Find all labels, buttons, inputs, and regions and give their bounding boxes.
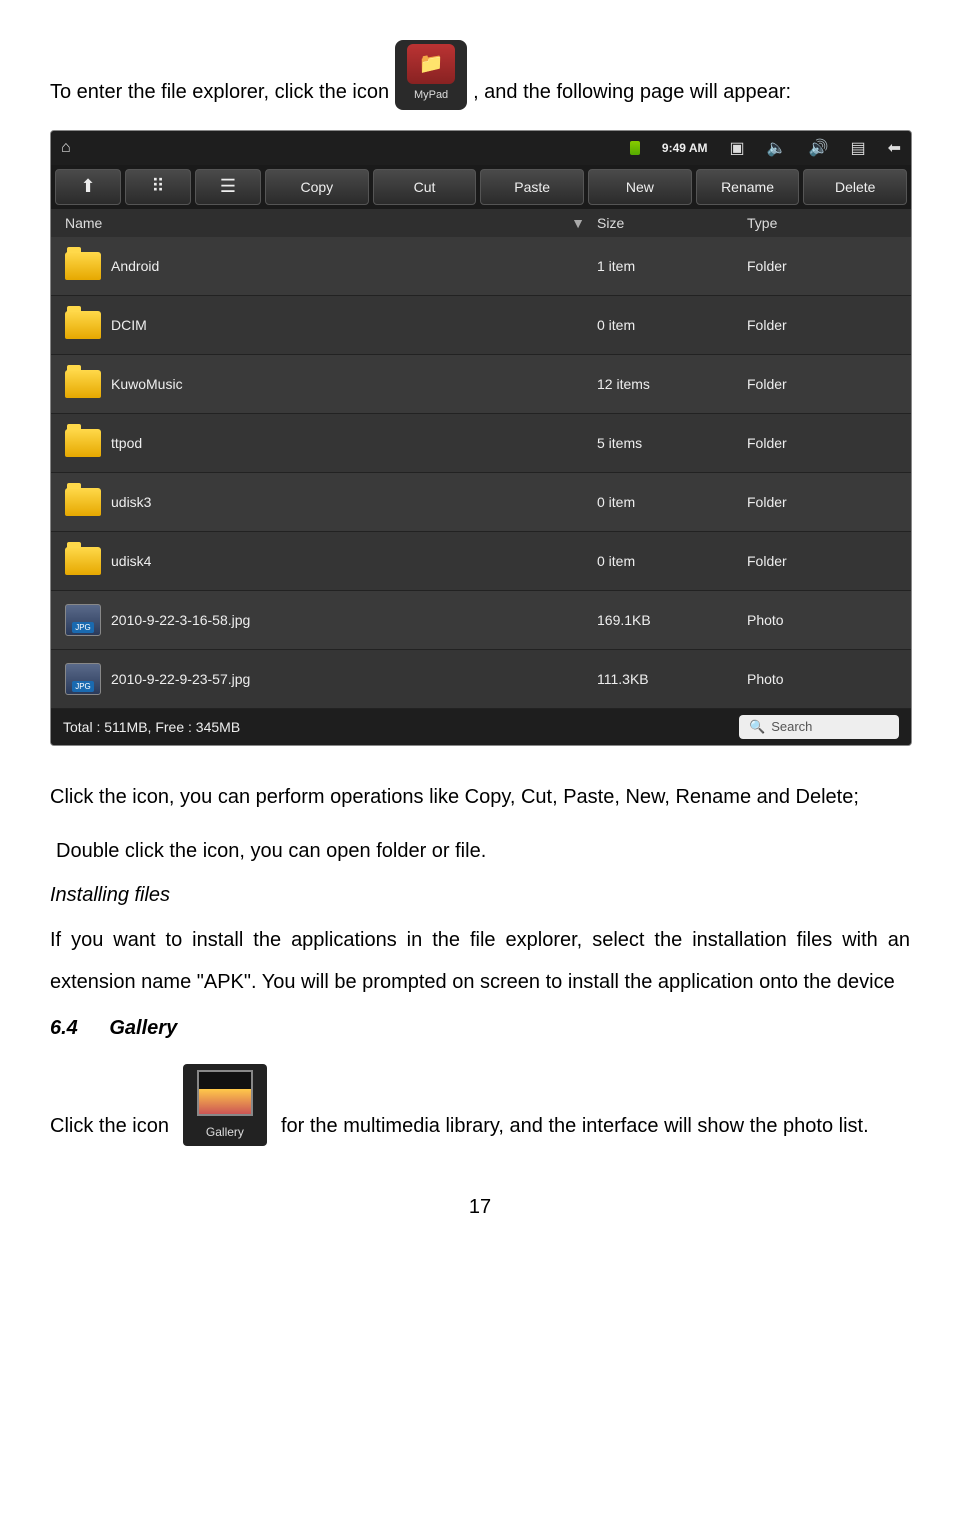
toolbar: ⬆ ⠿ ☰ Copy Cut Paste New Rename Delete: [51, 165, 911, 209]
paragraph-1: Click the icon, you can perform operatio…: [50, 776, 910, 818]
up-button[interactable]: ⬆: [55, 169, 121, 205]
file-size: 12 items: [597, 376, 747, 392]
file-type: Folder: [747, 553, 897, 569]
photo-icon: JPG: [65, 663, 101, 695]
table-row[interactable]: Android 1 itemFolder: [51, 237, 911, 296]
table-row[interactable]: ttpod 5 itemsFolder: [51, 414, 911, 473]
window-icon[interactable]: ▤: [850, 138, 865, 158]
cut-button[interactable]: Cut: [373, 169, 477, 205]
table-row[interactable]: JPG 2010-9-22-9-23-57.jpg 111.3KBPhoto: [51, 650, 911, 709]
folder-icon: [65, 311, 101, 339]
file-name: KuwoMusic: [111, 376, 183, 392]
paragraph-3: If you want to install the applications …: [50, 919, 910, 1003]
bottom-bar: Total : 511MB, Free : 345MB 🔍 Search: [51, 709, 911, 745]
battery-icon: [630, 141, 640, 155]
gallery-icon: Gallery: [183, 1064, 267, 1146]
page-number: 17: [50, 1196, 910, 1219]
gallery-after: for the multimedia library, and the inte…: [281, 1106, 910, 1146]
mypad-label: MyPad: [414, 86, 448, 106]
file-name: udisk4: [111, 553, 151, 569]
intro-before: To enter the file explorer, click the ic…: [50, 74, 389, 110]
home-icon[interactable]: ⌂: [61, 139, 71, 157]
volume-high-icon[interactable]: 🔊: [809, 138, 829, 158]
file-type: Photo: [747, 671, 897, 687]
folder-icon: [65, 488, 101, 516]
paragraph-2: Double click the icon, you can open fold…: [50, 830, 910, 872]
file-size: 0 item: [597, 317, 747, 333]
folder-icon: [65, 252, 101, 280]
sort-indicator-icon[interactable]: ▼: [571, 215, 585, 231]
folder-icon: [65, 547, 101, 575]
file-name: 2010-9-22-3-16-58.jpg: [111, 612, 250, 628]
mypad-icon: 📁 MyPad: [395, 40, 467, 110]
file-type: Folder: [747, 435, 897, 451]
file-name: Android: [111, 258, 159, 274]
file-type: Photo: [747, 612, 897, 628]
column-headers: Name ▼ Size Type: [51, 209, 911, 237]
file-explorer-screenshot: ⌂ 9:49 AM ▣ 🔈 🔊 ▤ ⬅ ⬆ ⠿ ☰ Copy Cut Paste…: [50, 130, 912, 746]
section-number: 6.4: [50, 1017, 78, 1039]
intro-after: , and the following page will appear:: [473, 74, 791, 110]
copy-button[interactable]: Copy: [265, 169, 369, 205]
file-size: 0 item: [597, 553, 747, 569]
col-type[interactable]: Type: [747, 215, 897, 231]
storage-info: Total : 511MB, Free : 345MB: [63, 719, 240, 735]
rename-button[interactable]: Rename: [696, 169, 800, 205]
folder-icon: [65, 429, 101, 457]
col-size[interactable]: Size: [597, 215, 747, 231]
mypad-folder-icon: 📁: [407, 44, 455, 84]
table-row[interactable]: KuwoMusic 12 itemsFolder: [51, 355, 911, 414]
file-name: 2010-9-22-9-23-57.jpg: [111, 671, 250, 687]
list-view-button[interactable]: ☰: [195, 169, 261, 205]
section-title: Gallery: [109, 1017, 177, 1039]
table-row[interactable]: JPG 2010-9-22-3-16-58.jpg 169.1KBPhoto: [51, 591, 911, 650]
file-size: 111.3KB: [597, 671, 747, 687]
volume-low-icon[interactable]: 🔈: [767, 138, 787, 158]
table-row[interactable]: DCIM 0 itemFolder: [51, 296, 911, 355]
search-input[interactable]: 🔍 Search: [739, 715, 899, 739]
photo-icon: JPG: [65, 604, 101, 636]
file-name: udisk3: [111, 494, 151, 510]
clock: 9:49 AM: [662, 141, 708, 155]
status-bar: ⌂ 9:49 AM ▣ 🔈 🔊 ▤ ⬅: [51, 131, 911, 165]
heading-installing: Installing files: [50, 884, 910, 907]
file-list: Android1 itemFolderDCIM0 itemFolderKuwoM…: [51, 237, 911, 709]
camera-icon[interactable]: ▣: [730, 138, 745, 158]
gallery-picture-icon: [197, 1070, 253, 1116]
intro-line: To enter the file explorer, click the ic…: [50, 40, 910, 110]
delete-button[interactable]: Delete: [803, 169, 907, 205]
file-size: 5 items: [597, 435, 747, 451]
gallery-before: Click the icon: [50, 1106, 169, 1146]
file-type: Folder: [747, 258, 897, 274]
file-type: Folder: [747, 317, 897, 333]
folder-icon: [65, 370, 101, 398]
grid-view-button[interactable]: ⠿: [125, 169, 191, 205]
file-size: 1 item: [597, 258, 747, 274]
search-icon: 🔍: [749, 719, 765, 735]
file-name: DCIM: [111, 317, 147, 333]
gallery-label: Gallery: [206, 1120, 244, 1144]
search-placeholder: Search: [771, 719, 812, 734]
file-type: Folder: [747, 376, 897, 392]
file-type: Folder: [747, 494, 897, 510]
gallery-line: Click the icon Gallery for the multimedi…: [50, 1064, 910, 1146]
new-button[interactable]: New: [588, 169, 692, 205]
table-row[interactable]: udisk4 0 itemFolder: [51, 532, 911, 591]
table-row[interactable]: udisk3 0 itemFolder: [51, 473, 911, 532]
file-name: ttpod: [111, 435, 142, 451]
section-heading: 6.4 Gallery: [50, 1017, 910, 1040]
file-size: 169.1KB: [597, 612, 747, 628]
paste-button[interactable]: Paste: [480, 169, 584, 205]
file-size: 0 item: [597, 494, 747, 510]
back-arrow-icon[interactable]: ⬅: [888, 138, 901, 158]
col-name[interactable]: Name: [65, 215, 102, 231]
